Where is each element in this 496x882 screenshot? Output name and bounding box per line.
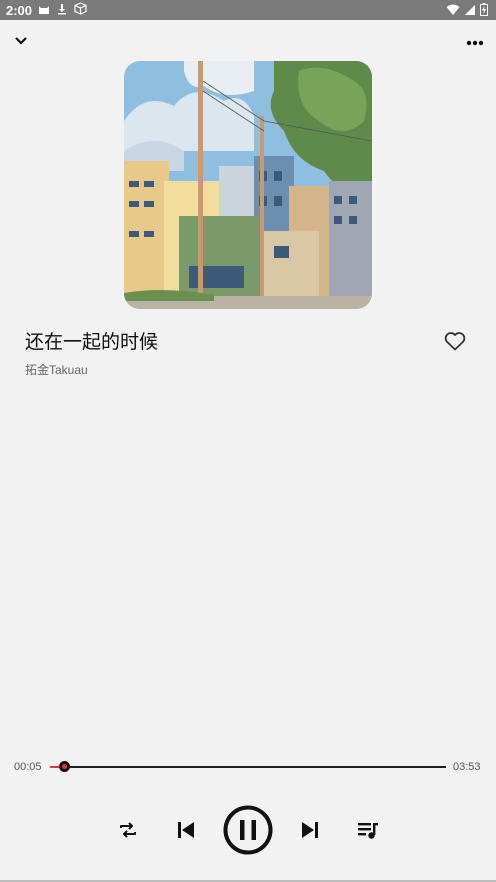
album-art bbox=[124, 61, 372, 309]
play-pause-button[interactable] bbox=[223, 805, 273, 859]
chevron-down-icon bbox=[14, 31, 28, 50]
cat-icon bbox=[38, 3, 50, 18]
next-button[interactable] bbox=[296, 818, 324, 846]
elapsed-time: 00:05 bbox=[14, 761, 42, 773]
duration-time: 03:53 bbox=[453, 761, 481, 773]
wifi-icon bbox=[446, 4, 460, 19]
skip-previous-icon bbox=[176, 821, 196, 843]
package-icon bbox=[74, 2, 87, 18]
more-options-button[interactable] bbox=[463, 30, 487, 50]
skip-next-icon bbox=[300, 821, 320, 843]
repeat-button[interactable] bbox=[114, 818, 142, 846]
queue-music-icon bbox=[357, 820, 379, 844]
queue-button[interactable] bbox=[354, 818, 382, 846]
battery-icon bbox=[480, 3, 488, 19]
status-bar: 2:00 bbox=[0, 0, 496, 20]
seek-bar[interactable] bbox=[50, 760, 446, 774]
seek-thumb[interactable] bbox=[59, 761, 70, 772]
heart-icon bbox=[444, 331, 466, 355]
track-artist[interactable]: 拓金Takuau bbox=[25, 361, 88, 378]
pause-icon bbox=[223, 805, 273, 859]
download-icon bbox=[56, 3, 68, 18]
signal-icon bbox=[464, 4, 476, 19]
seek-track bbox=[50, 766, 446, 768]
like-button[interactable] bbox=[440, 329, 470, 357]
track-title: 还在一起的时候 bbox=[25, 331, 159, 353]
collapse-button[interactable] bbox=[10, 30, 32, 50]
status-time: 2:00 bbox=[6, 2, 33, 18]
previous-button[interactable] bbox=[172, 818, 200, 846]
repeat-icon bbox=[118, 820, 138, 844]
more-horizontal-icon bbox=[466, 31, 484, 50]
